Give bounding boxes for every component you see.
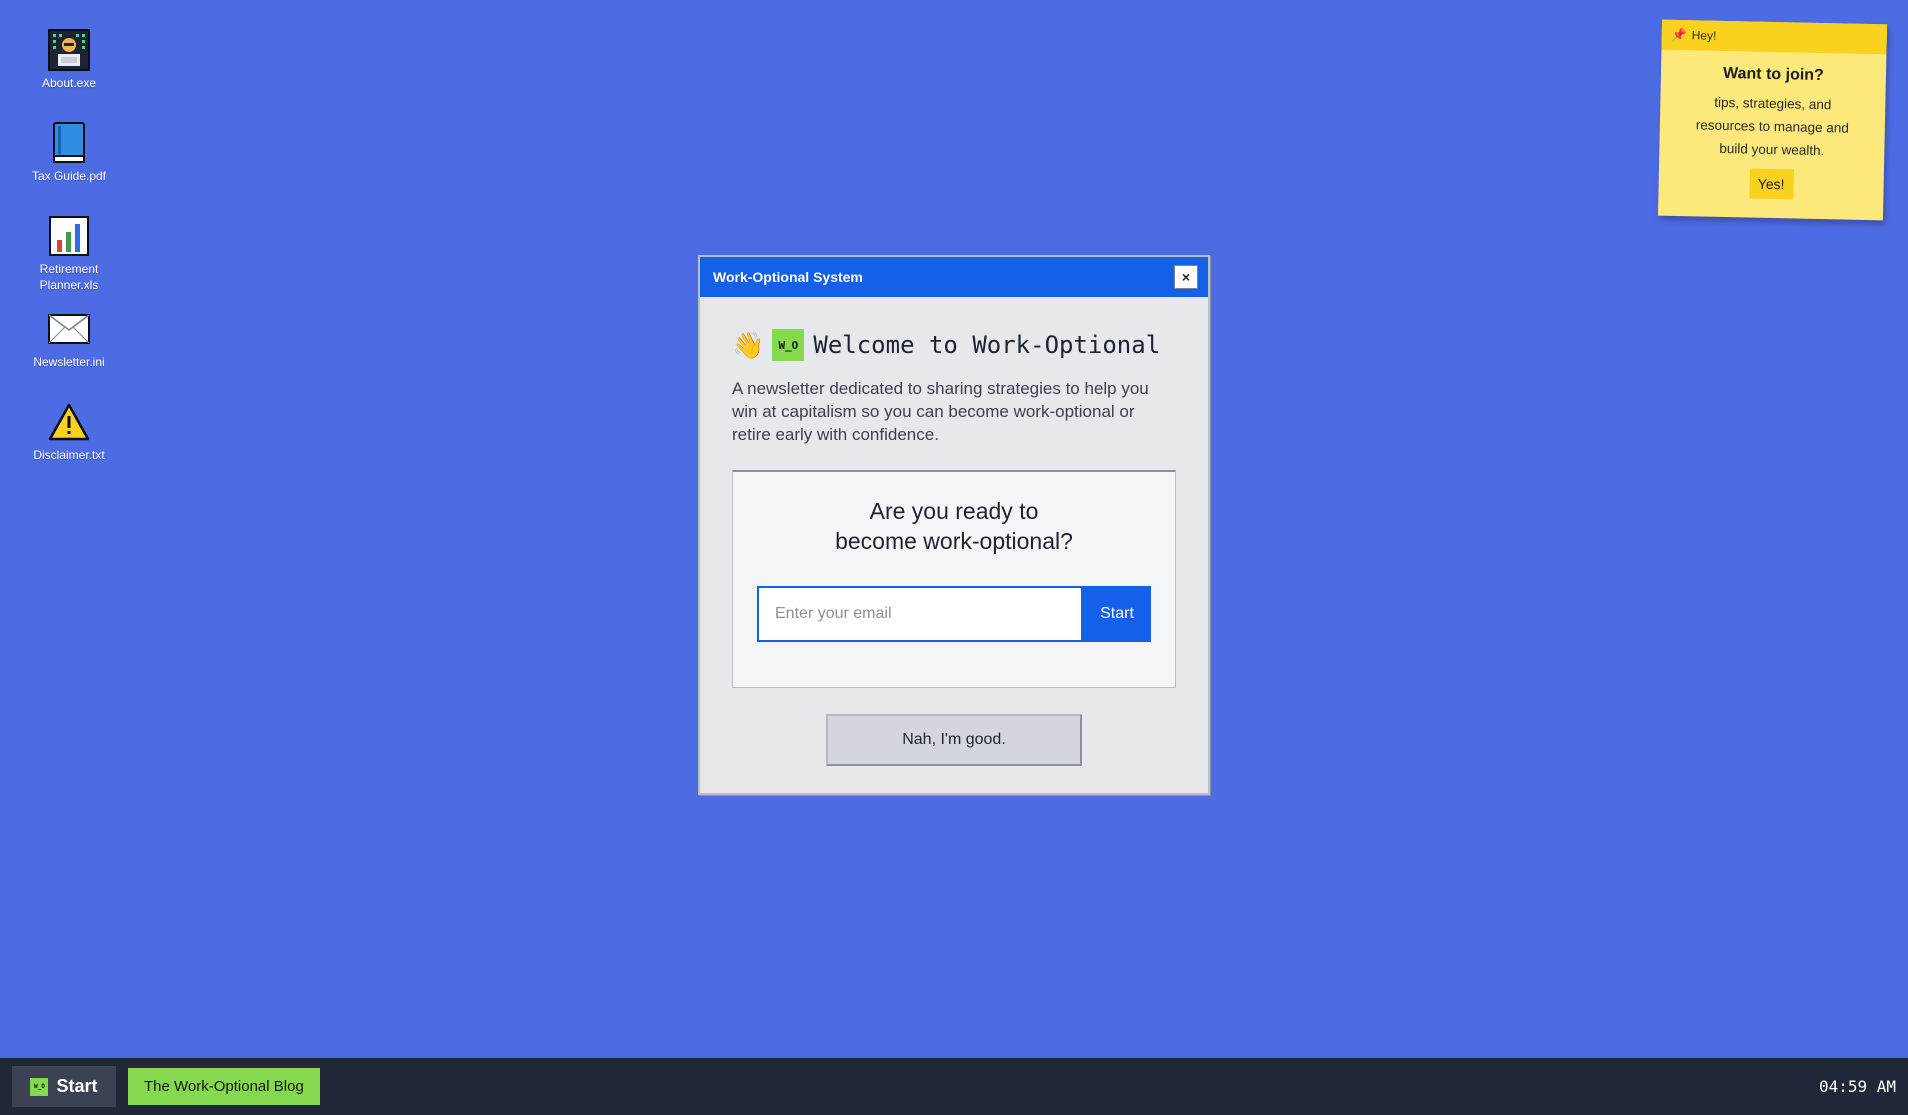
desktop-icon-about[interactable]: About.exe: [20, 28, 118, 91]
signup-question-line-2: become work-optional?: [835, 528, 1073, 554]
taskbar-item-blog[interactable]: The Work-Optional Blog: [128, 1068, 320, 1105]
sticky-note-header-label: Hey!: [1691, 28, 1717, 43]
desktop-icon-retirement-planner[interactable]: Retirement Planner.xls: [20, 214, 118, 293]
welcome-heading: 👋 W_O Welcome to Work-Optional: [732, 329, 1176, 361]
sticky-yes-button[interactable]: Yes!: [1748, 168, 1794, 200]
start-label: Start: [56, 1076, 98, 1096]
welcome-window: Work-Optional System × 👋 W_O Welcome to …: [698, 255, 1210, 795]
signup-panel: Are you ready to become work-optional? S…: [732, 470, 1176, 688]
window-body: 👋 W_O Welcome to Work-Optional A newslet…: [700, 329, 1208, 766]
start-logo-icon: W_O: [30, 1077, 49, 1096]
sticky-note-header: 📌 Hey!: [1661, 19, 1888, 55]
signup-form: Start: [757, 586, 1151, 642]
work-optional-logo: W_O: [772, 329, 805, 361]
book-icon: [47, 121, 91, 165]
warning-icon: [47, 400, 91, 444]
intro-text: A newsletter dedicated to sharing strate…: [732, 379, 1149, 444]
start-menu-button[interactable]: W_O Start: [12, 1066, 116, 1107]
desktop-icon-newsletter[interactable]: Newsletter.ini: [20, 307, 118, 370]
desktop-icon-label: Tax Guide.pdf: [31, 169, 107, 183]
sticky-note-body: tips, strategies, and resources to manag…: [1695, 94, 1850, 159]
sticky-note-title: Want to join?: [1722, 64, 1824, 85]
close-icon: ×: [1181, 269, 1191, 285]
window-titlebar[interactable]: Work-Optional System ×: [700, 257, 1208, 297]
waving-hand-icon: 👋: [732, 329, 765, 360]
signup-question-line-1: Are you ready to: [869, 498, 1039, 524]
taskbar-clock: 04:59 AM: [1818, 1077, 1896, 1096]
bar-chart-icon: [47, 214, 91, 258]
desktop-icon-tax-guide[interactable]: Tax Guide.pdf: [20, 121, 118, 184]
pushpin-icon: 📌: [1671, 27, 1687, 43]
window-title: Work-Optional System: [713, 269, 863, 285]
decline-button[interactable]: Nah, I'm good.: [826, 714, 1082, 766]
close-button[interactable]: ×: [1174, 265, 1198, 289]
taskbar: W_O Start The Work-Optional Blog 04:59 A…: [0, 1058, 1908, 1115]
desktop-icon-label: Retirement Planner.xls: [39, 262, 99, 292]
robot-computer-icon: [47, 28, 91, 72]
sticky-note: 📌 Hey! Want to join? tips, strategies, a…: [1657, 19, 1888, 221]
welcome-title: Welcome to Work-Optional: [813, 331, 1161, 359]
envelope-icon: [47, 307, 91, 351]
desktop-icon-label: About.exe: [41, 76, 97, 90]
desktop-icon-disclaimer[interactable]: Disclaimer.txt: [20, 400, 118, 463]
start-submit-button[interactable]: Start: [1083, 586, 1151, 642]
signup-question: Are you ready to become work-optional?: [733, 496, 1175, 556]
desktop-icon-label: Newsletter.ini: [33, 355, 105, 369]
email-input[interactable]: [757, 586, 1083, 642]
desktop-icon-label: Disclaimer.txt: [33, 448, 105, 462]
